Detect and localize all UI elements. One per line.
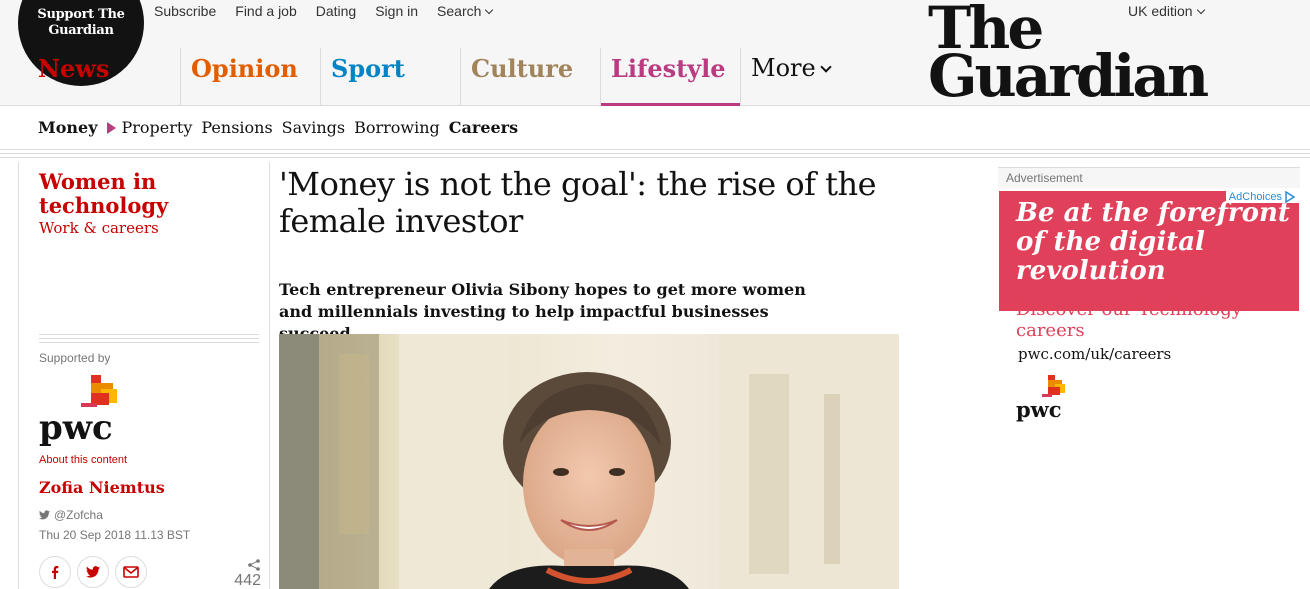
share-email-button[interactable] [115, 556, 147, 588]
ad-headline: Be at the forefront of the digital revol… [1016, 198, 1290, 286]
chevron-down-icon [820, 61, 832, 73]
share-twitter-button[interactable] [77, 556, 109, 588]
portrait-photo [279, 334, 899, 589]
share-buttons [39, 556, 147, 588]
sub-navigation: Money Property Pensions Savings Borrowin… [38, 118, 527, 137]
advertisement[interactable]: Advertisement AdChoices Be at the forefr… [998, 167, 1300, 429]
divider [0, 153, 1310, 154]
guardian-logo[interactable]: The Guardian [928, 0, 1209, 110]
subnav-money[interactable]: Money [38, 118, 98, 137]
pillar-lifestyle[interactable]: Lifestyle [600, 48, 740, 106]
top-links: Subscribe Find a job Dating Sign in Sear… [154, 3, 511, 19]
dating-link[interactable]: Dating [316, 3, 356, 19]
find-a-job-link[interactable]: Find a job [235, 3, 296, 19]
divider [0, 157, 1310, 158]
pillar-nav: News Opinion Sport Culture Lifestyle Mor… [28, 48, 840, 106]
pwc-logo[interactable]: pwc [39, 375, 139, 450]
pillar-news[interactable]: News [28, 48, 180, 105]
twitter-icon [86, 566, 100, 578]
search-link[interactable]: Search [437, 3, 494, 19]
twitter-handle[interactable]: @Zofcha [39, 508, 103, 522]
email-icon [123, 566, 139, 578]
ad-url[interactable]: pwc.com/uk/careers [1018, 345, 1171, 363]
share-count: 442 [229, 558, 261, 589]
subnav-pensions[interactable]: Pensions [201, 118, 272, 137]
logo-line-2: Guardian [928, 42, 1209, 110]
chevron-down-icon [485, 5, 494, 15]
pillar-opinion[interactable]: Opinion [180, 48, 320, 105]
pillar-culture-label: Culture [471, 54, 574, 83]
pillar-sport-label: Sport [331, 54, 405, 83]
sign-in-link[interactable]: Sign in [375, 3, 418, 19]
subnav-borrowing[interactable]: Borrowing [354, 118, 440, 137]
pwc-logo-mark: pwc [1016, 375, 1065, 422]
series-title[interactable]: Women in technology [39, 170, 239, 218]
pwc-logo-mark: pwc [39, 375, 117, 448]
pillar-news-label: News [38, 54, 110, 83]
site-header: Support The Guardian Subscribe Find a jo… [0, 0, 1310, 106]
pillar-more-label: More [751, 54, 816, 82]
subnav-savings[interactable]: Savings [282, 118, 345, 137]
ad-pwc-text: pwc [1016, 397, 1062, 422]
divider [0, 149, 1310, 150]
publish-date: Thu 20 Sep 2018 11.13 BST [39, 528, 191, 542]
supported-by-label: Supported by [39, 351, 111, 365]
search-label: Search [437, 3, 482, 19]
pillar-lifestyle-label: Lifestyle [611, 54, 726, 83]
article-main-image[interactable] [279, 334, 899, 589]
author-name[interactable]: Zofia Niemtus [39, 478, 165, 497]
triangle-right-icon [106, 121, 116, 134]
divider [39, 342, 259, 343]
twitter-handle-text: @Zofcha [54, 508, 103, 522]
subnav-property[interactable]: Property [122, 118, 193, 137]
share-icon [248, 559, 260, 571]
subscribe-link[interactable]: Subscribe [154, 3, 216, 19]
advertisement-label: Advertisement [998, 167, 1300, 188]
facebook-icon [52, 566, 59, 579]
support-label: Support The Guardian [37, 7, 125, 38]
twitter-icon [39, 510, 50, 520]
share-facebook-button[interactable] [39, 556, 71, 588]
pillar-sport[interactable]: Sport [320, 48, 460, 105]
pwc-logo-text: pwc [39, 408, 113, 448]
ad-subheading: Discover our Technology careers [1016, 299, 1242, 341]
pillar-culture[interactable]: Culture [460, 48, 600, 105]
divider [39, 334, 259, 335]
subnav-careers[interactable]: Careers [449, 118, 518, 137]
article-headline: 'Money is not the goal': the rise of the… [279, 165, 877, 240]
about-this-content-link[interactable]: About this content [39, 454, 127, 466]
article-meta-column: Women in technology Work & careers Suppo… [18, 162, 270, 589]
section-label[interactable]: Work & careers [39, 219, 159, 237]
divider [39, 338, 259, 339]
ad-pwc-logo: pwc [1016, 375, 1078, 423]
ad-banner[interactable]: AdChoices Be at the forefront of the dig… [999, 191, 1299, 311]
pillar-opinion-label: Opinion [191, 54, 298, 83]
pillar-more[interactable]: More [740, 48, 840, 105]
